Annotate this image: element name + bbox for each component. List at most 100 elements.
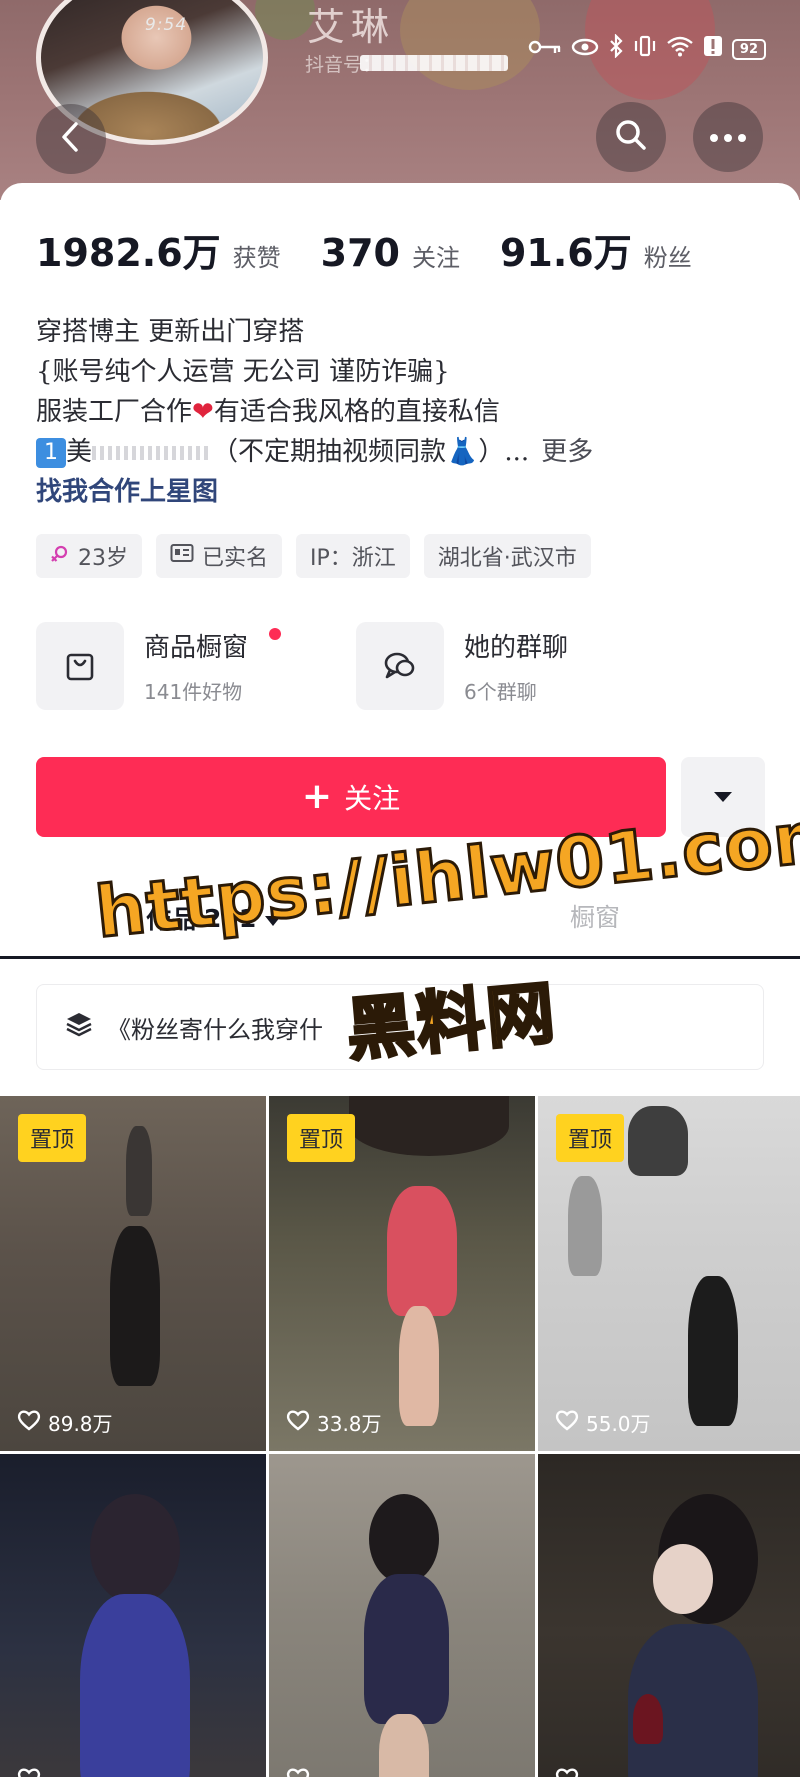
video-thumbnail-figure [387, 1186, 457, 1316]
video-thumbnail-figure [90, 1494, 180, 1604]
video-likes [16, 1766, 48, 1777]
heart-outline-icon [554, 1408, 580, 1437]
female-icon [50, 543, 70, 569]
shop-window-text: 商品橱窗 141件好物 [144, 627, 248, 705]
tab-underline [0, 956, 800, 959]
wifi-icon [666, 35, 694, 63]
bio-line: 服装工厂合作❤有适合我风格的直接私信 [36, 392, 776, 432]
profile-tags: 23岁 已实名 IP：浙江 湖北省·武汉市 [36, 534, 591, 578]
notification-dot [269, 628, 281, 640]
search-button[interactable] [596, 102, 666, 172]
star-map-link[interactable]: 找我合作上星图 [36, 472, 776, 512]
likes-count-text: 55.0万 [586, 1412, 651, 1436]
pinned-badge: 置顶 [18, 1114, 87, 1162]
verified-text: 已实名 [202, 546, 269, 571]
douyin-id-redacted [360, 55, 508, 71]
back-button[interactable] [36, 104, 106, 174]
followers-label[interactable]: 粉丝 [644, 238, 692, 273]
video-likes: 55.0万 [554, 1408, 651, 1437]
followers-count[interactable]: 91.6万 [500, 222, 632, 277]
heart-outline-icon [285, 1408, 311, 1437]
alert-icon [703, 35, 723, 63]
location-text: 湖北省·武汉市 [437, 546, 577, 571]
video-likes [285, 1766, 317, 1777]
age-text: 23岁 [78, 546, 128, 571]
heart-outline-icon [554, 1766, 580, 1777]
nickname: 艾琳 [307, 5, 396, 49]
shop-window-title: 商品橱窗 [144, 633, 249, 663]
follow-label: 关注 [344, 782, 401, 815]
likes-count-text: 33.8万 [317, 1412, 382, 1436]
battery-indicator: 92 [731, 38, 766, 60]
video-thumbnail-figure [80, 1594, 190, 1777]
group-chat-entry[interactable]: 她的群聊 6个群聊 [356, 622, 568, 710]
header-decoration [400, 0, 540, 90]
video-thumbnail-figure [628, 1106, 688, 1176]
video-tile[interactable] [538, 1454, 800, 1777]
video-thumbnail-figure [349, 1096, 509, 1156]
bio-line: {账号纯个人运营 无公司 谨防诈骗} [36, 357, 450, 387]
caret-down-icon [713, 788, 733, 807]
video-thumbnail-figure [369, 1494, 439, 1584]
shop-window-entry[interactable]: 商品橱窗 141件好物 [36, 622, 281, 710]
following-count[interactable]: 370 [321, 231, 400, 275]
profile-header: 9:54 艾琳 抖音号： 92 [0, 0, 800, 200]
chevron-left-icon [58, 120, 84, 158]
more-options-button[interactable] [693, 102, 763, 172]
shop-window-count: 141件好物 [144, 680, 243, 704]
bio-line: 1 美 （不定期抽视频同款👗）... 更多 [36, 432, 776, 472]
plus-icon: + [301, 776, 333, 817]
video-tile[interactable] [0, 1454, 266, 1777]
pinned-badge: 置顶 [556, 1114, 625, 1162]
following-label[interactable]: 关注 [412, 238, 460, 273]
heart-outline-icon [285, 1766, 311, 1777]
age-tag: 23岁 [36, 534, 142, 578]
video-likes: 33.8万 [285, 1408, 382, 1437]
video-thumbnail-figure [110, 1226, 160, 1386]
group-chat-title: 她的群聊 [464, 633, 569, 663]
video-grid: 置顶 89.8万 置顶 33.8万 置顶 55.0万 [0, 1096, 800, 1777]
group-chat-count: 6个群聊 [464, 680, 537, 704]
heart-icon: ❤ [192, 397, 214, 427]
bluetooth-icon [608, 33, 624, 64]
video-likes [554, 1766, 586, 1777]
chat-bubbles-icon [356, 622, 444, 710]
group-chat-text: 她的群聊 6个群聊 [464, 627, 568, 705]
bio-text: 服装工厂合作 [36, 397, 193, 427]
redacted-text [92, 446, 213, 460]
collection-label: 《粉丝寄什么我穿什 [107, 1015, 323, 1044]
likes-count: 1982.6万 [36, 231, 221, 275]
ip-tag: IP：浙江 [296, 534, 410, 578]
likes-label: 获赞 [232, 244, 281, 272]
video-tile[interactable]: 置顶 89.8万 [0, 1096, 266, 1451]
shopping-bag-icon [36, 622, 124, 710]
verified-tag: 已实名 [156, 534, 283, 578]
key-icon [528, 37, 562, 62]
bio: 穿搭博主 更新出门穿搭 {账号纯个人运营 无公司 谨防诈骗} 服装工厂合作❤有适… [36, 312, 776, 512]
avatar-time-text: 9:54 [145, 15, 188, 35]
status-bar: 92 [528, 33, 766, 64]
eye-icon [571, 37, 599, 62]
vibrate-icon [633, 35, 657, 63]
video-thumbnail-figure [399, 1306, 439, 1426]
layers-icon [65, 1010, 93, 1044]
bio-text: （不定期抽视频同款 [212, 437, 447, 467]
stats-row: 1982.6万 获赞 370 关注 91.6万 粉丝 [36, 222, 732, 277]
id-card-icon [170, 543, 194, 569]
search-icon [614, 118, 648, 156]
bio-text: 有适合我风格的直接私信 [213, 397, 500, 427]
video-tile[interactable] [269, 1454, 535, 1777]
dress-icon: 👗 [446, 437, 479, 467]
bio-text: ）... [478, 437, 530, 467]
video-thumbnail-figure [688, 1276, 738, 1426]
likes-count-text: 89.8万 [48, 1412, 113, 1436]
video-thumbnail-figure [568, 1176, 602, 1276]
heart-outline-icon [16, 1408, 42, 1437]
video-tile[interactable]: 置顶 33.8万 [269, 1096, 535, 1451]
bio-more-link[interactable]: 更多 [541, 437, 593, 467]
more-dots-icon [709, 128, 747, 147]
video-thumbnail-figure [633, 1694, 663, 1744]
video-tile[interactable]: 置顶 55.0万 [538, 1096, 800, 1451]
pinned-badge: 置顶 [287, 1114, 356, 1162]
watermark-title: 黑料网 [342, 972, 561, 1072]
